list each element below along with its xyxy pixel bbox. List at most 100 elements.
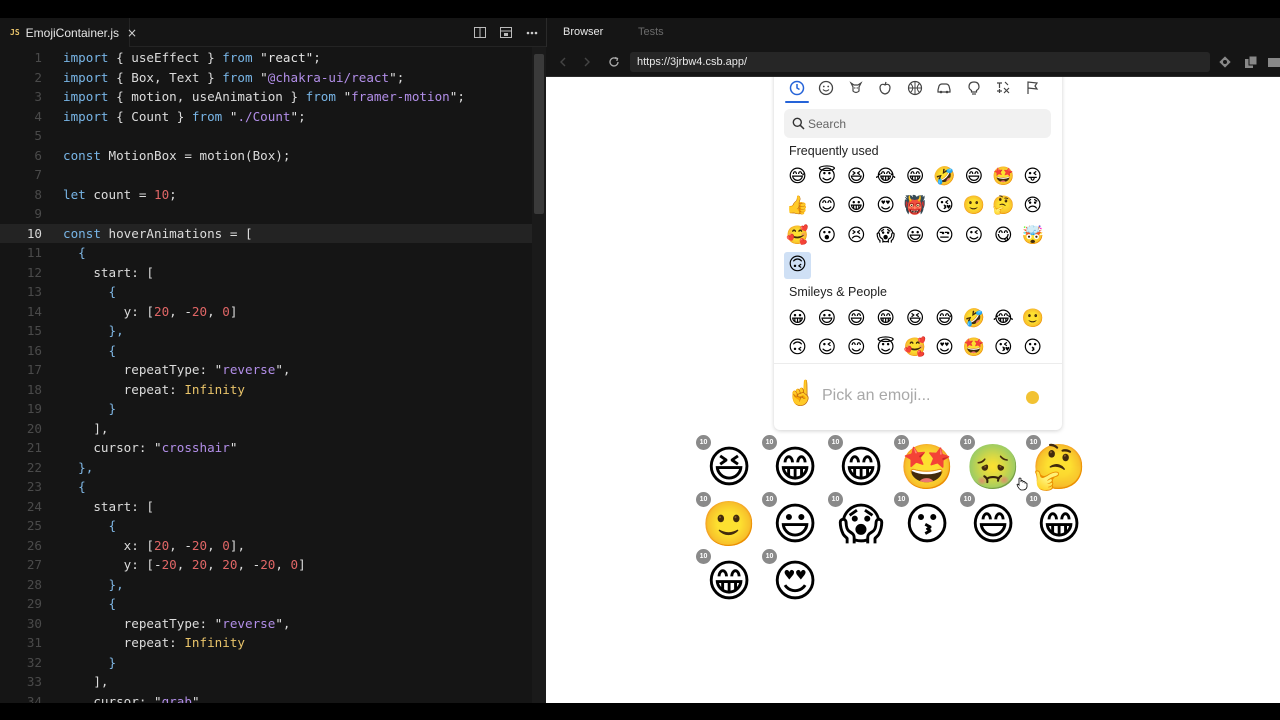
code-line[interactable]: 4 import { Count } from "./Count";: [0, 107, 532, 127]
code-line[interactable]: 14 y: [20, -20, 0]: [0, 302, 532, 322]
code-line[interactable]: 7: [0, 165, 532, 185]
tab-tests[interactable]: Tests: [638, 26, 664, 38]
code-line[interactable]: 15 },: [0, 321, 532, 341]
emoji-option[interactable]: 😂: [872, 163, 899, 190]
category-flags-icon[interactable]: [1018, 77, 1048, 103]
emoji-option[interactable]: 😣: [843, 222, 870, 249]
emoji-option[interactable]: 😀: [843, 193, 870, 220]
category-travel-icon[interactable]: [930, 77, 960, 103]
emoji-option[interactable]: 😊: [843, 335, 870, 362]
category-symbols-icon[interactable]: [989, 77, 1019, 103]
emoji-option[interactable]: 😉: [813, 335, 840, 362]
code-line[interactable]: 16 {: [0, 341, 532, 361]
emoji-option[interactable]: 😀: [784, 305, 811, 332]
code-area[interactable]: 1 import { useEffect } from "react"; 2 impo…: [0, 47, 546, 703]
open-devtools-icon[interactable]: [1217, 54, 1233, 70]
search-input[interactable]: [808, 109, 1046, 138]
emoji-option[interactable]: 😜: [1019, 163, 1046, 190]
editor-scrollbar-thumb[interactable]: [534, 54, 544, 214]
code-line[interactable]: 19 }: [0, 399, 532, 419]
emoji-counter-item[interactable]: 🙂 10: [696, 492, 762, 551]
code-line[interactable]: 23 {: [0, 477, 532, 497]
emoji-option[interactable]: 🙃: [784, 251, 811, 279]
category-objects-icon[interactable]: [959, 77, 989, 103]
emoji-option[interactable]: 😗: [1019, 335, 1046, 362]
code-line[interactable]: 26 x: [20, -20, 0],: [0, 536, 532, 556]
category-animals-icon[interactable]: [841, 77, 871, 103]
emoji-counter-item[interactable]: 😃 10: [762, 492, 828, 551]
emoji-counter-item[interactable]: 😱 10: [828, 492, 894, 551]
emoji-option[interactable]: 😱: [872, 222, 899, 249]
code-line[interactable]: 28 },: [0, 575, 532, 595]
code-line[interactable]: 25 {: [0, 516, 532, 536]
refresh-icon[interactable]: [607, 54, 621, 70]
more-options-icon[interactable]: [524, 25, 540, 41]
code-line[interactable]: 1 import { useEffect } from "react";: [0, 48, 532, 68]
file-tab[interactable]: JS EmojiContainer.js ×: [0, 18, 137, 47]
emoji-option[interactable]: 😁: [872, 305, 899, 332]
emoji-option[interactable]: 😂: [990, 305, 1017, 332]
category-recent-icon[interactable]: [782, 77, 812, 103]
split-editor-icon[interactable]: [472, 25, 488, 41]
code-line[interactable]: 2 import { Box, Text } from "@chakra-ui/r…: [0, 68, 532, 88]
forward-icon[interactable]: [580, 54, 594, 70]
code-line[interactable]: 5: [0, 126, 532, 146]
emoji-counter-item[interactable]: 😁 10: [762, 435, 828, 494]
emoji-counter-item[interactable]: 😍 10: [762, 549, 828, 608]
emoji-counter-item[interactable]: 😁 10: [1026, 492, 1092, 551]
back-icon[interactable]: [556, 54, 570, 70]
code-line[interactable]: 11 {: [0, 243, 532, 263]
emoji-option[interactable]: 😍: [872, 193, 899, 220]
tab-browser[interactable]: Browser: [563, 26, 603, 38]
category-activity-icon[interactable]: [900, 77, 930, 103]
category-smileys-icon[interactable]: [812, 77, 842, 103]
emoji-option[interactable]: 😇: [813, 163, 840, 190]
code-line[interactable]: 34 cursor: "grab": [0, 692, 532, 704]
emoji-option[interactable]: 🤣: [960, 305, 987, 332]
emoji-option[interactable]: 😃: [813, 305, 840, 332]
skin-tone-button[interactable]: [1026, 391, 1039, 404]
emoji-option[interactable]: 😃: [902, 222, 929, 249]
emoji-option[interactable]: 🙂: [1019, 305, 1046, 332]
preview-layout-icon[interactable]: [498, 25, 514, 41]
emoji-counter-item[interactable]: 😄 10: [960, 492, 1026, 551]
emoji-option[interactable]: 😆: [843, 163, 870, 190]
code-line[interactable]: 22 },: [0, 458, 532, 478]
code-line[interactable]: 8 let count = 10;: [0, 185, 532, 205]
emoji-option[interactable]: 🤯: [1019, 222, 1046, 249]
emoji-option[interactable]: 😊: [813, 193, 840, 220]
code-line[interactable]: 20 ],: [0, 419, 532, 439]
emoji-option[interactable]: 😘: [931, 193, 958, 220]
code-line[interactable]: 17 repeatType: "reverse",: [0, 360, 532, 380]
code-line[interactable]: 9: [0, 204, 532, 224]
category-food-icon[interactable]: [871, 77, 901, 103]
code-line[interactable]: 32 }: [0, 653, 532, 673]
layout-icon[interactable]: [1266, 54, 1280, 70]
code-line[interactable]: 31 repeat: Infinity: [0, 633, 532, 653]
code-line[interactable]: 33 ],: [0, 672, 532, 692]
url-input[interactable]: [630, 52, 1210, 72]
emoji-option[interactable]: 😞: [1019, 193, 1046, 220]
emoji-option[interactable]: 🥰: [902, 335, 929, 362]
emoji-counter-item[interactable]: 😗 10: [894, 492, 960, 551]
new-window-icon[interactable]: [1243, 54, 1259, 70]
emoji-option[interactable]: 😍: [931, 335, 958, 362]
code-line[interactable]: 29 {: [0, 594, 532, 614]
emoji-option[interactable]: 😁: [902, 163, 929, 190]
emoji-option[interactable]: 😄: [960, 163, 987, 190]
emoji-counter-item[interactable]: 😁 10: [696, 549, 762, 608]
emoji-option[interactable]: 👍: [784, 193, 811, 220]
code-line[interactable]: 24 start: [: [0, 497, 532, 517]
emoji-counter-item[interactable]: 😁 10: [828, 435, 894, 494]
code-line[interactable]: 30 repeatType: "reverse",: [0, 614, 532, 634]
emoji-option[interactable]: 😅: [784, 163, 811, 190]
emoji-option[interactable]: 🤩: [990, 163, 1017, 190]
close-icon[interactable]: ×: [127, 26, 137, 40]
emoji-option[interactable]: 🙂: [960, 193, 987, 220]
emoji-counter-item[interactable]: 🤔 10: [1026, 435, 1092, 494]
emoji-counter-item[interactable]: 😆 10: [696, 435, 762, 494]
emoji-option[interactable]: 🤩: [960, 335, 987, 362]
emoji-option[interactable]: 😄: [843, 305, 870, 332]
emoji-option[interactable]: 😋: [990, 222, 1017, 249]
emoji-option[interactable]: 🙃: [784, 335, 811, 362]
